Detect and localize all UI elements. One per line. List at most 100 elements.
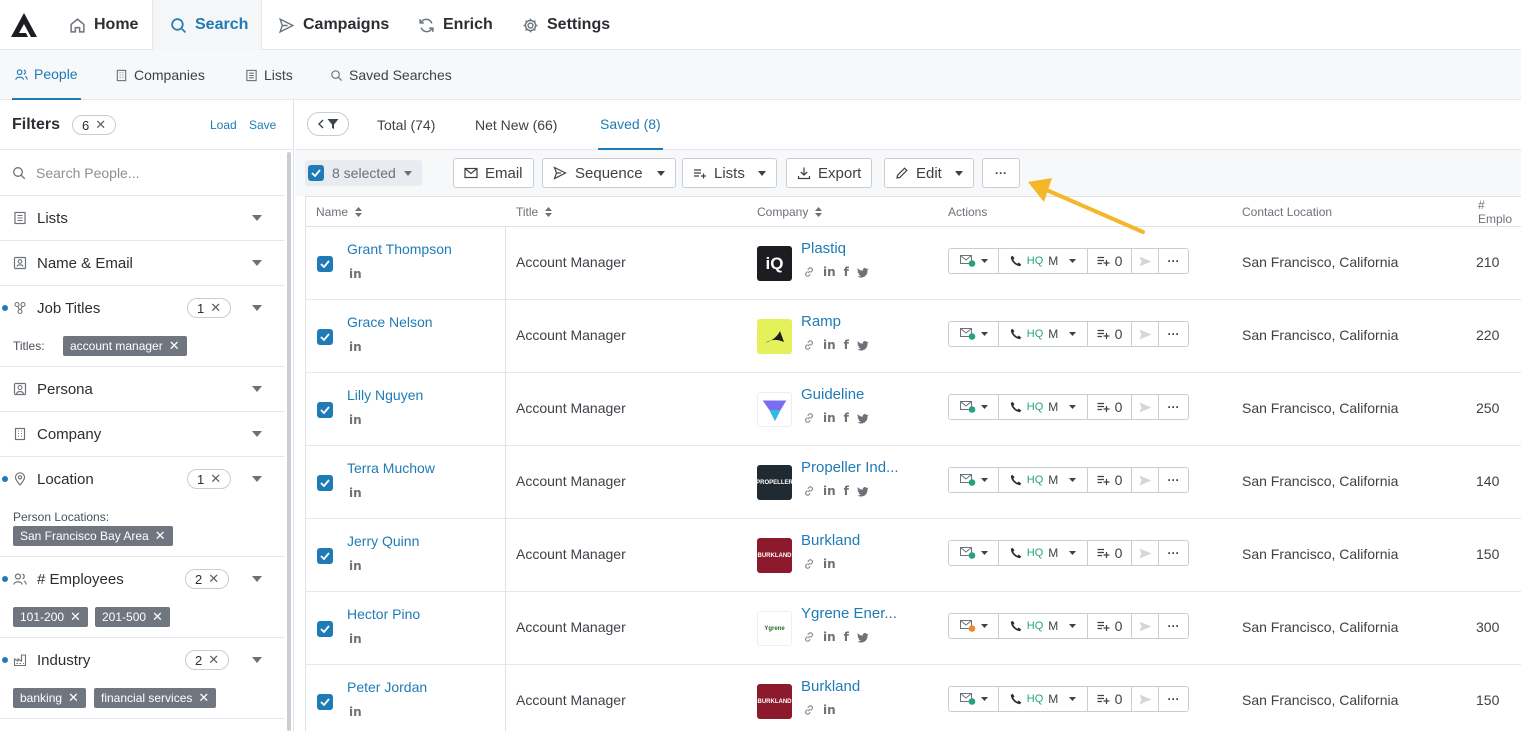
link-icon[interactable] — [803, 339, 815, 351]
close-icon[interactable]: ✕ — [210, 471, 221, 487]
link-icon[interactable] — [803, 558, 815, 570]
company-name-link[interactable]: Burkland — [801, 532, 860, 549]
twitter-icon[interactable] — [857, 266, 869, 278]
app-logo-icon[interactable] — [10, 12, 38, 38]
nav-search[interactable]: Search — [152, 0, 262, 50]
table-row[interactable]: Lilly Nguyen in Account Manager Guideline in… — [306, 373, 1521, 446]
select-all-dropdown[interactable]: 8 selected — [305, 160, 422, 186]
add-to-sequence-button[interactable]: 0 — [1088, 468, 1132, 492]
close-icon[interactable]: ✕ — [208, 652, 219, 668]
tab-saved[interactable]: Saved (8) — [598, 100, 663, 150]
linkedin-icon[interactable]: in — [823, 558, 836, 570]
person-name-link[interactable]: Jerry Quinn — [347, 533, 419, 549]
add-to-sequence-button[interactable]: 0 — [1088, 614, 1132, 638]
chevron-down-icon[interactable] — [252, 386, 262, 392]
linkedin-icon[interactable]: in — [823, 266, 836, 278]
phone-action-dropdown[interactable]: HQ M — [999, 395, 1088, 419]
chevron-down-icon[interactable] — [252, 476, 262, 482]
email-action-dropdown[interactable] — [949, 468, 999, 492]
email-action-dropdown[interactable] — [949, 395, 999, 419]
remove-chip-icon[interactable]: ✕ — [152, 609, 163, 625]
filter-employees-header[interactable]: # Employees 2 ✕ — [0, 557, 284, 601]
chevron-down-icon[interactable] — [252, 657, 262, 663]
link-icon[interactable] — [803, 704, 815, 716]
filter-persona[interactable]: Persona — [0, 367, 284, 412]
table-row[interactable]: Jerry Quinn in Account Manager BURKLAND Burk… — [306, 519, 1521, 592]
row-checkbox[interactable] — [317, 402, 333, 418]
company-name-link[interactable]: Propeller Ind... — [801, 459, 899, 476]
chevron-down-icon[interactable] — [252, 576, 262, 582]
facebook-icon[interactable]: f — [844, 631, 849, 643]
filter-industry-header[interactable]: Industry 2 ✕ — [0, 638, 284, 682]
table-row[interactable]: Terra Muchow in Account Manager PROPELLER Pr… — [306, 446, 1521, 519]
industry-count-pill[interactable]: 2 ✕ — [185, 650, 230, 670]
linkedin-icon[interactable]: in — [349, 267, 362, 281]
filter-chip[interactable]: 201-500 ✕ — [95, 607, 170, 627]
row-checkbox[interactable] — [317, 548, 333, 564]
filter-persona-header[interactable]: Persona — [0, 367, 284, 411]
email-action-dropdown[interactable] — [949, 249, 999, 273]
link-icon[interactable] — [803, 266, 815, 278]
row-more-button[interactable]: ··· — [1159, 687, 1188, 711]
linkedin-icon[interactable]: in — [823, 631, 836, 643]
send-button[interactable] — [1132, 614, 1159, 638]
column-title[interactable]: Title — [516, 197, 553, 227]
add-to-sequence-button[interactable]: 0 — [1088, 322, 1132, 346]
phone-action-dropdown[interactable]: HQ M — [999, 687, 1088, 711]
twitter-icon[interactable] — [857, 339, 869, 351]
remove-chip-icon[interactable]: ✕ — [198, 690, 209, 706]
column-employees[interactable]: # Emplo — [1478, 197, 1521, 227]
filter-employees[interactable]: # Employees 2 ✕ 101-200 ✕ 201-500 ✕ — [0, 557, 284, 638]
row-checkbox[interactable] — [317, 329, 333, 345]
chevron-down-icon[interactable] — [252, 260, 262, 266]
row-checkbox[interactable] — [317, 694, 333, 710]
person-name-link[interactable]: Hector Pino — [347, 606, 420, 622]
row-checkbox[interactable] — [317, 621, 333, 637]
company-name-link[interactable]: Guideline — [801, 386, 864, 403]
send-button[interactable] — [1132, 395, 1159, 419]
clear-filters-icon[interactable]: ✕ — [95, 117, 106, 133]
column-contact-location[interactable]: Contact Location — [1242, 197, 1332, 227]
row-more-button[interactable]: ··· — [1159, 322, 1188, 346]
filter-location[interactable]: Location 1 ✕ Person Locations: San Franc… — [0, 457, 284, 557]
linkedin-icon[interactable]: in — [349, 632, 362, 646]
subnav-companies[interactable]: Companies — [115, 50, 205, 100]
filter-chip[interactable]: San Francisco Bay Area ✕ — [13, 526, 173, 546]
chevron-down-icon[interactable] — [252, 305, 262, 311]
nav-campaigns[interactable]: Campaigns — [278, 0, 389, 50]
company-logo[interactable]: BURKLAND — [757, 538, 792, 573]
edit-button[interactable]: Edit — [884, 158, 974, 188]
company-logo[interactable]: Ygrene — [757, 611, 792, 646]
column-company[interactable]: Company — [757, 197, 823, 227]
chevron-down-icon[interactable] — [252, 215, 262, 221]
facebook-icon[interactable]: f — [844, 412, 849, 424]
chevron-down-icon[interactable] — [252, 431, 262, 437]
filter-chip[interactable]: financial services ✕ — [94, 688, 217, 708]
linkedin-icon[interactable]: in — [823, 412, 836, 424]
search-people-input[interactable] — [36, 164, 256, 181]
phone-action-dropdown[interactable]: HQ M — [999, 614, 1088, 638]
company-logo[interactable]: iQ — [757, 246, 792, 281]
company-name-link[interactable]: Ygrene Ener... — [801, 605, 897, 622]
filter-chip[interactable]: account manager ✕ — [63, 336, 187, 356]
location-count-pill[interactable]: 1 ✕ — [187, 469, 232, 489]
email-action-dropdown[interactable] — [949, 541, 999, 565]
add-to-sequence-button[interactable]: 0 — [1088, 541, 1132, 565]
tab-total[interactable]: Total (74) — [377, 100, 435, 150]
phone-action-dropdown[interactable]: HQ M — [999, 322, 1088, 346]
person-name-link[interactable]: Peter Jordan — [347, 679, 427, 695]
filter-industry[interactable]: Industry 2 ✕ banking ✕ financial service… — [0, 638, 284, 719]
filter-job-titles-header[interactable]: Job Titles 1 ✕ — [0, 286, 284, 330]
tab-net-new[interactable]: Net New (66) — [475, 100, 557, 150]
row-checkbox[interactable] — [317, 256, 333, 272]
email-button[interactable]: Email — [453, 158, 534, 188]
toggle-filters-button[interactable] — [307, 112, 349, 136]
person-name-link[interactable]: Grace Nelson — [347, 314, 433, 330]
email-action-dropdown[interactable] — [949, 322, 999, 346]
table-row[interactable]: Peter Jordan in Account Manager BURKLAND Bur… — [306, 665, 1521, 731]
add-to-sequence-button[interactable]: 0 — [1088, 687, 1132, 711]
filter-lists[interactable]: Lists — [0, 196, 284, 241]
facebook-icon[interactable]: f — [844, 266, 849, 278]
filter-chip[interactable]: 101-200 ✕ — [13, 607, 88, 627]
filter-chip[interactable]: banking ✕ — [13, 688, 86, 708]
